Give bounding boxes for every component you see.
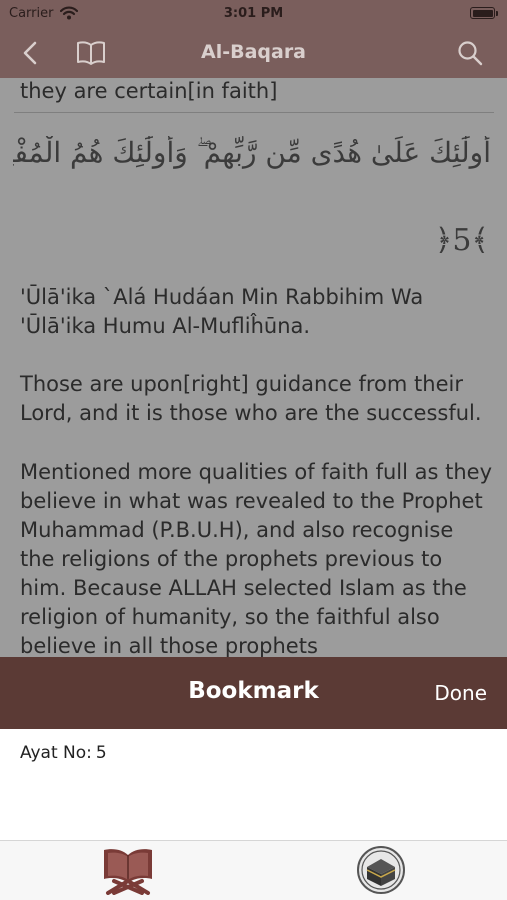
quran-book-icon[interactable] xyxy=(100,845,156,899)
translation-text: Those are upon[right] guidance from thei… xyxy=(20,372,482,425)
ayat-label: Ayat No: xyxy=(20,743,92,763)
bookmark-item[interactable]: Ayat No: 5 xyxy=(20,743,107,763)
done-button[interactable]: Done xyxy=(434,681,487,705)
ayah-divider xyxy=(14,112,494,113)
nav-bar: Al-Baqara xyxy=(0,28,507,78)
status-bar: Carrier 3:01 PM xyxy=(0,0,507,28)
tafsir-text: Mentioned more qualities of faith full a… xyxy=(20,460,493,658)
search-icon[interactable] xyxy=(457,40,483,70)
ayah-number-marker: ﴿5﴾ xyxy=(434,223,489,258)
tab-bar xyxy=(0,840,507,900)
kaaba-icon[interactable] xyxy=(355,843,407,900)
ayah-content: they are certain[in faith] أُولَٰئِكَ عَ… xyxy=(0,78,507,660)
battery-icon xyxy=(470,7,498,19)
transliteration-text: 'Ūlā'ika `Alá Hudáan Min Rabbihim Wa 'Ūl… xyxy=(20,285,424,338)
reader-screen: Carrier 3:01 PM Al-Baqara they are certa… xyxy=(0,0,507,660)
page-title: Al-Baqara xyxy=(200,41,307,63)
bookmark-title: Bookmark xyxy=(188,678,319,704)
arabic-ayah-text: أُولَٰئِكَ عَلَىٰ هُدًى مِّن رَّبِّهِمْ … xyxy=(13,136,491,169)
bookmark-sheet-header: Bookmark Done xyxy=(0,657,507,729)
previous-ayah-line: they are certain[in faith] xyxy=(20,79,278,103)
status-time: 3:01 PM xyxy=(223,6,284,21)
ayat-number: 5 xyxy=(95,743,107,763)
bookmark-list: Ayat No: 5 xyxy=(0,729,507,841)
